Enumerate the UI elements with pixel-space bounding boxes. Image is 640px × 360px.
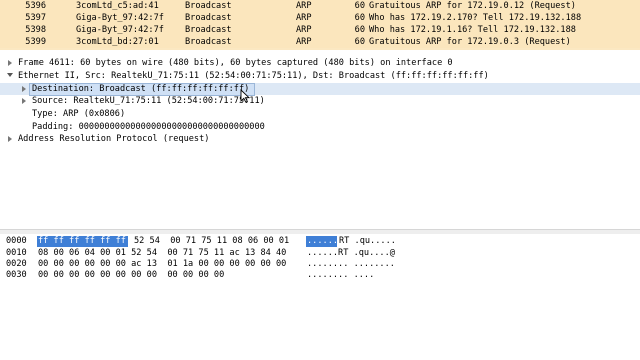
- hex-bytes-selected[interactable]: ff ff ff ff ff ff: [38, 236, 126, 247]
- packet-protocol: ARP: [296, 1, 312, 11]
- packet-row[interactable]: 5398 Giga-Byt_97:42:7f Broadcast ARP 60 …: [0, 24, 640, 36]
- expand-arrow-icon[interactable]: [8, 136, 12, 142]
- ascii-bytes[interactable]: ........ ........: [307, 259, 395, 270]
- ascii-bytes[interactable]: ........ ....: [307, 270, 374, 281]
- tree-item-padding[interactable]: Padding: 0000000000000000000000000000000…: [32, 121, 265, 133]
- mouse-cursor-icon: [240, 89, 250, 103]
- packet-no: 5397: [25, 13, 46, 23]
- expand-arrow-icon[interactable]: [8, 60, 12, 66]
- packet-row[interactable]: 5399 3comLtd_bd:27:01 Broadcast ARP 60 G…: [0, 36, 640, 48]
- packet-destination: Broadcast: [185, 13, 232, 23]
- packet-source: 3comLtd_c5:ad:41: [76, 1, 159, 11]
- packet-source: Giga-Byt_97:42:7f: [76, 25, 164, 35]
- collapse-arrow-icon[interactable]: [7, 73, 13, 77]
- packet-length: 60: [354, 13, 365, 23]
- packet-source: Giga-Byt_97:42:7f: [76, 13, 164, 23]
- packet-no: 5396: [25, 1, 46, 11]
- expand-arrow-icon[interactable]: [22, 98, 26, 104]
- tree-item-destination[interactable]: Destination: Broadcast (ff:ff:ff:ff:ff:f…: [32, 83, 249, 95]
- byte-offset: 0000: [6, 236, 27, 246]
- byte-offset: 0010: [6, 248, 27, 258]
- packet-no: 5398: [25, 25, 46, 35]
- packet-destination: Broadcast: [185, 37, 232, 47]
- ascii-bytes-selected[interactable]: ......: [307, 236, 338, 247]
- packet-length: 60: [354, 25, 365, 35]
- byte-offset: 0020: [6, 259, 27, 269]
- tree-item-type[interactable]: Type: ARP (0x0806): [32, 108, 125, 120]
- packet-protocol: ARP: [296, 13, 312, 23]
- expand-arrow-icon[interactable]: [22, 86, 26, 92]
- tree-item-arp[interactable]: Address Resolution Protocol (request): [18, 133, 209, 145]
- tree-item-frame[interactable]: Frame 4611: 60 bytes on wire (480 bits),…: [18, 57, 453, 69]
- packet-info: Who has 172.19.2.170? Tell 172.19.132.18…: [369, 13, 582, 23]
- packet-list: 5396 3comLtd_c5:ad:41 Broadcast ARP 60 G…: [0, 0, 640, 50]
- byte-offset: 0030: [6, 270, 27, 280]
- packet-length: 60: [354, 1, 365, 11]
- packet-info: Gratuitous ARP for 172.19.0.12 (Request): [369, 1, 576, 11]
- hex-bytes[interactable]: 00 00 00 00 00 00 ac 13 01 1a 00 00 00 0…: [38, 259, 286, 270]
- packet-destination: Broadcast: [185, 1, 232, 11]
- packet-source: 3comLtd_bd:27:01: [76, 37, 159, 47]
- ascii-bytes[interactable]: ......RT .qu....@: [307, 248, 395, 259]
- packet-info: Who has 172.19.1.16? Tell 172.19.132.188: [369, 25, 576, 35]
- packet-no: 5399: [25, 37, 46, 47]
- packet-info: Gratuitous ARP for 172.19.0.3 (Request): [369, 37, 571, 47]
- hex-bytes[interactable]: 08 00 06 04 00 01 52 54 00 71 75 11 ac 1…: [38, 248, 286, 259]
- hex-bytes[interactable]: 52 54 00 71 75 11 08 06 00 01: [134, 236, 289, 247]
- packet-protocol: ARP: [296, 25, 312, 35]
- ascii-bytes[interactable]: RT .qu.....: [339, 236, 396, 247]
- packet-row[interactable]: 5396 3comLtd_c5:ad:41 Broadcast ARP 60 G…: [0, 0, 640, 12]
- tree-item-ethernet[interactable]: Ethernet II, Src: RealtekU_71:75:11 (52:…: [18, 70, 489, 82]
- packet-length: 60: [354, 37, 365, 47]
- tree-item-source[interactable]: Source: RealtekU_71:75:11 (52:54:00:71:7…: [32, 95, 265, 107]
- packet-protocol: ARP: [296, 37, 312, 47]
- packet-destination: Broadcast: [185, 25, 232, 35]
- packet-row[interactable]: 5397 Giga-Byt_97:42:7f Broadcast ARP 60 …: [0, 12, 640, 24]
- hex-bytes[interactable]: 00 00 00 00 00 00 00 00 00 00 00 00: [38, 270, 224, 281]
